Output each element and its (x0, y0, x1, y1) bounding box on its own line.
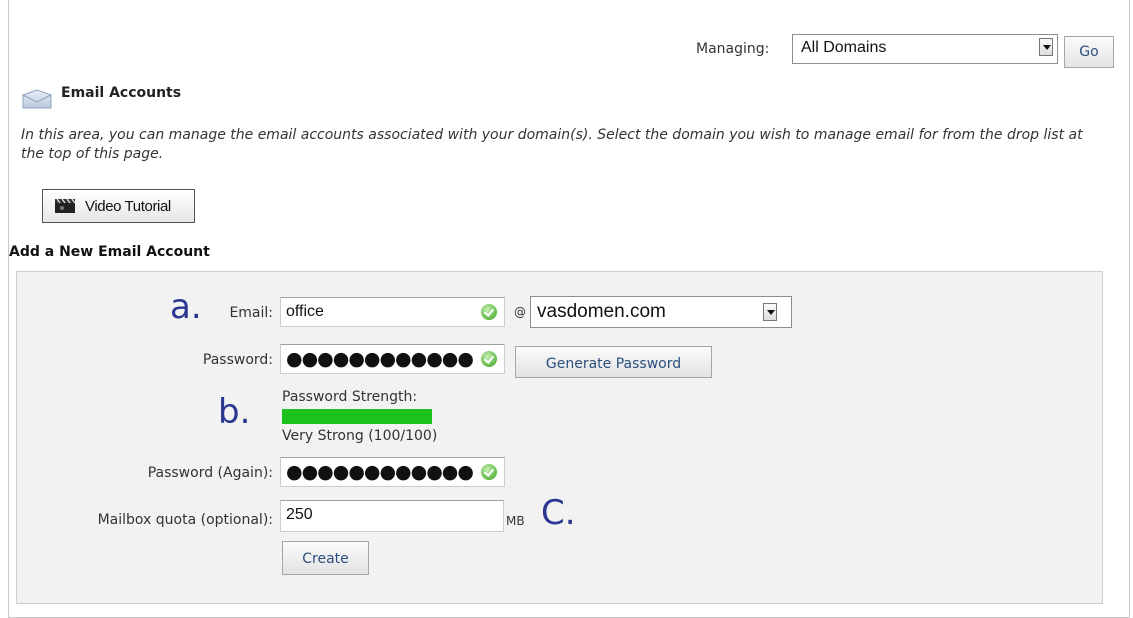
password-again-value: ●●●●●●●●●●●● (286, 461, 474, 483)
video-tutorial-button[interactable]: Video Tutorial (42, 189, 195, 223)
chevron-down-icon[interactable] (1039, 38, 1053, 56)
managing-label: Managing: (696, 41, 770, 57)
password-input[interactable]: ●●●●●●●●●●●● (280, 344, 505, 374)
video-tutorial-label: Video Tutorial (85, 198, 171, 215)
mailbox-quota-input[interactable]: 250 (280, 500, 504, 532)
password-label: Password: (202, 352, 273, 368)
email-value: office (286, 303, 324, 320)
go-button[interactable]: Go (1064, 36, 1114, 68)
password-strength-text: Very Strong (100/100) (282, 428, 438, 444)
email-domain-select[interactable]: vasdomen.com (530, 296, 792, 328)
password-again-label: Password (Again): (147, 465, 273, 481)
managing-domain-value: All Domains (801, 39, 887, 56)
mailbox-quota-label: Mailbox quota (optional): (97, 512, 273, 528)
clapperboard-icon (55, 199, 75, 213)
section-intro: In this area, you can manage the email a… (21, 127, 1083, 162)
password-again-input[interactable]: ●●●●●●●●●●●● (280, 457, 505, 487)
check-circle-icon (481, 304, 497, 320)
annotation-marker-c: C. (541, 493, 576, 533)
envelope-icon (22, 89, 52, 109)
email-domain-value: vasdomen.com (537, 301, 666, 322)
generate-password-button[interactable]: Generate Password (515, 346, 712, 378)
email-input[interactable]: office (280, 297, 505, 327)
section-title: Email Accounts (61, 85, 182, 101)
annotation-marker-b: b. (218, 392, 251, 432)
email-label: Email: (229, 305, 273, 321)
annotation-marker-a: a. (170, 287, 202, 327)
add-account-title: Add a New Email Account (9, 244, 210, 260)
password-value: ●●●●●●●●●●●● (286, 348, 474, 370)
check-circle-icon (481, 464, 497, 480)
mailbox-quota-unit: MB (506, 514, 525, 528)
create-button[interactable]: Create (282, 541, 369, 575)
chevron-down-icon[interactable] (763, 303, 777, 321)
password-strength-fill (282, 409, 432, 424)
check-circle-icon (481, 351, 497, 367)
password-strength-meter (282, 409, 432, 424)
password-strength-title: Password Strength: (282, 389, 418, 405)
mailbox-quota-value: 250 (286, 506, 313, 523)
managing-domain-select[interactable]: All Domains (792, 34, 1058, 64)
at-sign: @ (514, 305, 526, 319)
